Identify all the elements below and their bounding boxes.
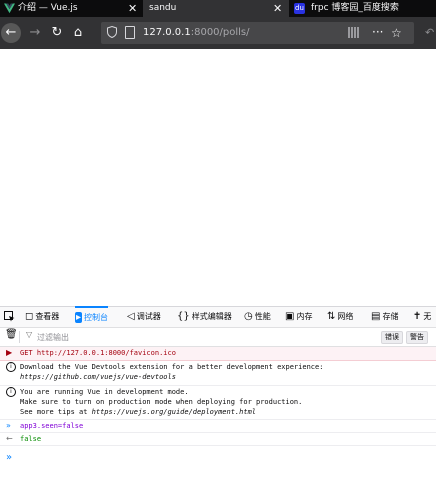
storage-icon: ▤	[371, 311, 381, 322]
devtools-link[interactable]: https://github.com/vuejs/vue-devtools	[20, 373, 176, 381]
url-bar[interactable]: 127.0.0.1:8000/polls/ ··· ☆	[101, 22, 414, 44]
tab-title: 介绍 — Vue.js	[18, 3, 78, 13]
console-message-info: i Download the Vue Devtools extension fo…	[0, 361, 436, 386]
page-info-icon[interactable]	[125, 26, 135, 39]
tab-style-editor[interactable]: {} 样式编辑器	[177, 307, 232, 327]
arrows-updown-icon: ⇅	[327, 311, 336, 322]
braces-icon: {}	[177, 311, 190, 322]
undo-icon[interactable]: ↶	[425, 17, 434, 49]
tab-network[interactable]: ⇅ 网络	[327, 307, 353, 327]
back-button[interactable]: ←	[1, 23, 21, 43]
bookmark-star-icon[interactable]: ☆	[391, 22, 402, 44]
tab-title: sandu	[149, 3, 177, 13]
home-button[interactable]: ⌂	[68, 23, 88, 43]
url-host: 127.0.0.1	[143, 27, 191, 38]
tab-console[interactable]: ▸ 控制台	[75, 306, 109, 328]
tab-performance[interactable]: ◷ 性能	[244, 307, 271, 327]
tab-accessibility[interactable]: ✝ 无	[413, 307, 431, 327]
console-filter-bar: 🗑 ▽ 错误 警告	[0, 328, 436, 347]
message-text: GET http://127.0.0.1:8000/favicon.ico	[20, 349, 176, 357]
console-message-info: i You are running Vue in development mod…	[0, 386, 436, 420]
expand-arrow-icon[interactable]: ▶	[6, 348, 12, 358]
console-input-prompt[interactable]: »	[6, 452, 12, 463]
url-text[interactable]: 127.0.0.1:8000/polls/	[143, 22, 250, 44]
filter-warnings-button[interactable]: 警告	[406, 331, 428, 344]
filter-icon: ▽	[26, 330, 33, 339]
message-text: Download the Vue Devtools extension for …	[20, 363, 324, 371]
tab-label: 查看器	[35, 312, 60, 321]
message-body: You are running Vue in development mode.…	[20, 387, 302, 417]
console-result: ← false	[0, 433, 436, 446]
baidu-logo-icon: du	[294, 3, 305, 14]
message-text: See more tips at	[20, 408, 92, 416]
tab-label: 控制台	[84, 313, 109, 322]
tab-vue-intro[interactable]: 介绍 — Vue.js ✕	[0, 0, 143, 17]
console-icon: ▸	[75, 312, 83, 323]
gauge-icon: ◷	[244, 311, 253, 322]
page-content	[0, 49, 436, 306]
console-message-error[interactable]: ▶ GET http://127.0.0.1:8000/favicon.ico	[0, 347, 436, 361]
tab-label: 样式编辑器	[191, 312, 232, 321]
element-picker-icon[interactable]	[4, 311, 15, 322]
reload-button[interactable]: ↻	[47, 23, 67, 43]
qr-code-icon[interactable]	[348, 27, 359, 38]
trash-icon[interactable]: 🗑	[5, 329, 18, 340]
tab-label: 存储	[382, 312, 399, 321]
navigation-toolbar: ← → ↻ ⌂ 127.0.0.1:8000/polls/ ··· ☆ ↶	[0, 17, 436, 49]
result-arrow-icon: ←	[6, 434, 13, 443]
message-body: Download the Vue Devtools extension for …	[20, 362, 323, 382]
close-icon[interactable]: ✕	[128, 0, 137, 17]
url-path: :8000/polls/	[190, 27, 250, 38]
page-actions-button[interactable]: ···	[372, 22, 383, 42]
tab-storage[interactable]: ▤ 存储	[371, 307, 398, 327]
divider	[19, 331, 20, 343]
tab-label: 调试器	[136, 312, 161, 321]
command-text: app3.seen=false	[20, 422, 84, 430]
devtools-toolbar: ◻ 查看器 ▸ 控制台 ◁ 调试器 {} 样式编辑器 ◷ 性能 ▣ 内存 ⇅ 网络 ▤ 存储 ✝…	[0, 306, 436, 328]
tab-debugger[interactable]: ◁ 调试器	[127, 307, 161, 327]
tracking-protection-icon[interactable]	[107, 25, 119, 40]
info-icon: i	[6, 387, 16, 397]
tab-label: 性能	[254, 312, 271, 321]
tab-sandu[interactable]: sandu ✕	[143, 0, 289, 17]
memory-chip-icon: ▣	[285, 311, 295, 322]
forward-button[interactable]: →	[25, 23, 45, 43]
tab-label: 无	[423, 312, 432, 321]
tab-baidu-search[interactable]: du frpc 博客园_百度搜索	[289, 0, 436, 17]
filter-errors-button[interactable]: 错误	[381, 331, 403, 344]
accessibility-icon: ✝	[413, 311, 422, 322]
tab-label: 内存	[296, 312, 313, 321]
deployment-link[interactable]: https://vuejs.org/guide/deployment.html	[92, 408, 256, 416]
devtools-panel: ◻ 查看器 ▸ 控制台 ◁ 调试器 {} 样式编辑器 ◷ 性能 ▣ 内存 ⇅ 网络 ▤ 存储 ✝…	[0, 306, 436, 501]
debugger-icon: ◁	[127, 311, 135, 322]
vue-logo-icon	[4, 3, 15, 14]
tab-title: frpc 博客园_百度搜索	[311, 3, 399, 13]
filter-output-input[interactable]	[37, 330, 187, 344]
close-icon[interactable]: ✕	[273, 0, 282, 17]
info-icon: i	[6, 362, 16, 372]
result-text: false	[20, 435, 42, 443]
input-chevron-icon: »	[6, 421, 11, 430]
tab-label: 网络	[337, 312, 354, 321]
inspector-icon: ◻	[25, 311, 34, 322]
tab-memory[interactable]: ▣ 内存	[285, 307, 312, 327]
tab-inspector[interactable]: ◻ 查看器	[25, 307, 59, 327]
message-text: Make sure to turn on production mode whe…	[20, 398, 303, 406]
message-text: You are running Vue in development mode.	[20, 388, 189, 396]
tab-strip: 介绍 — Vue.js ✕ sandu ✕ du frpc 博客园_百度搜索	[0, 0, 436, 17]
console-command: » app3.seen=false	[0, 420, 436, 433]
